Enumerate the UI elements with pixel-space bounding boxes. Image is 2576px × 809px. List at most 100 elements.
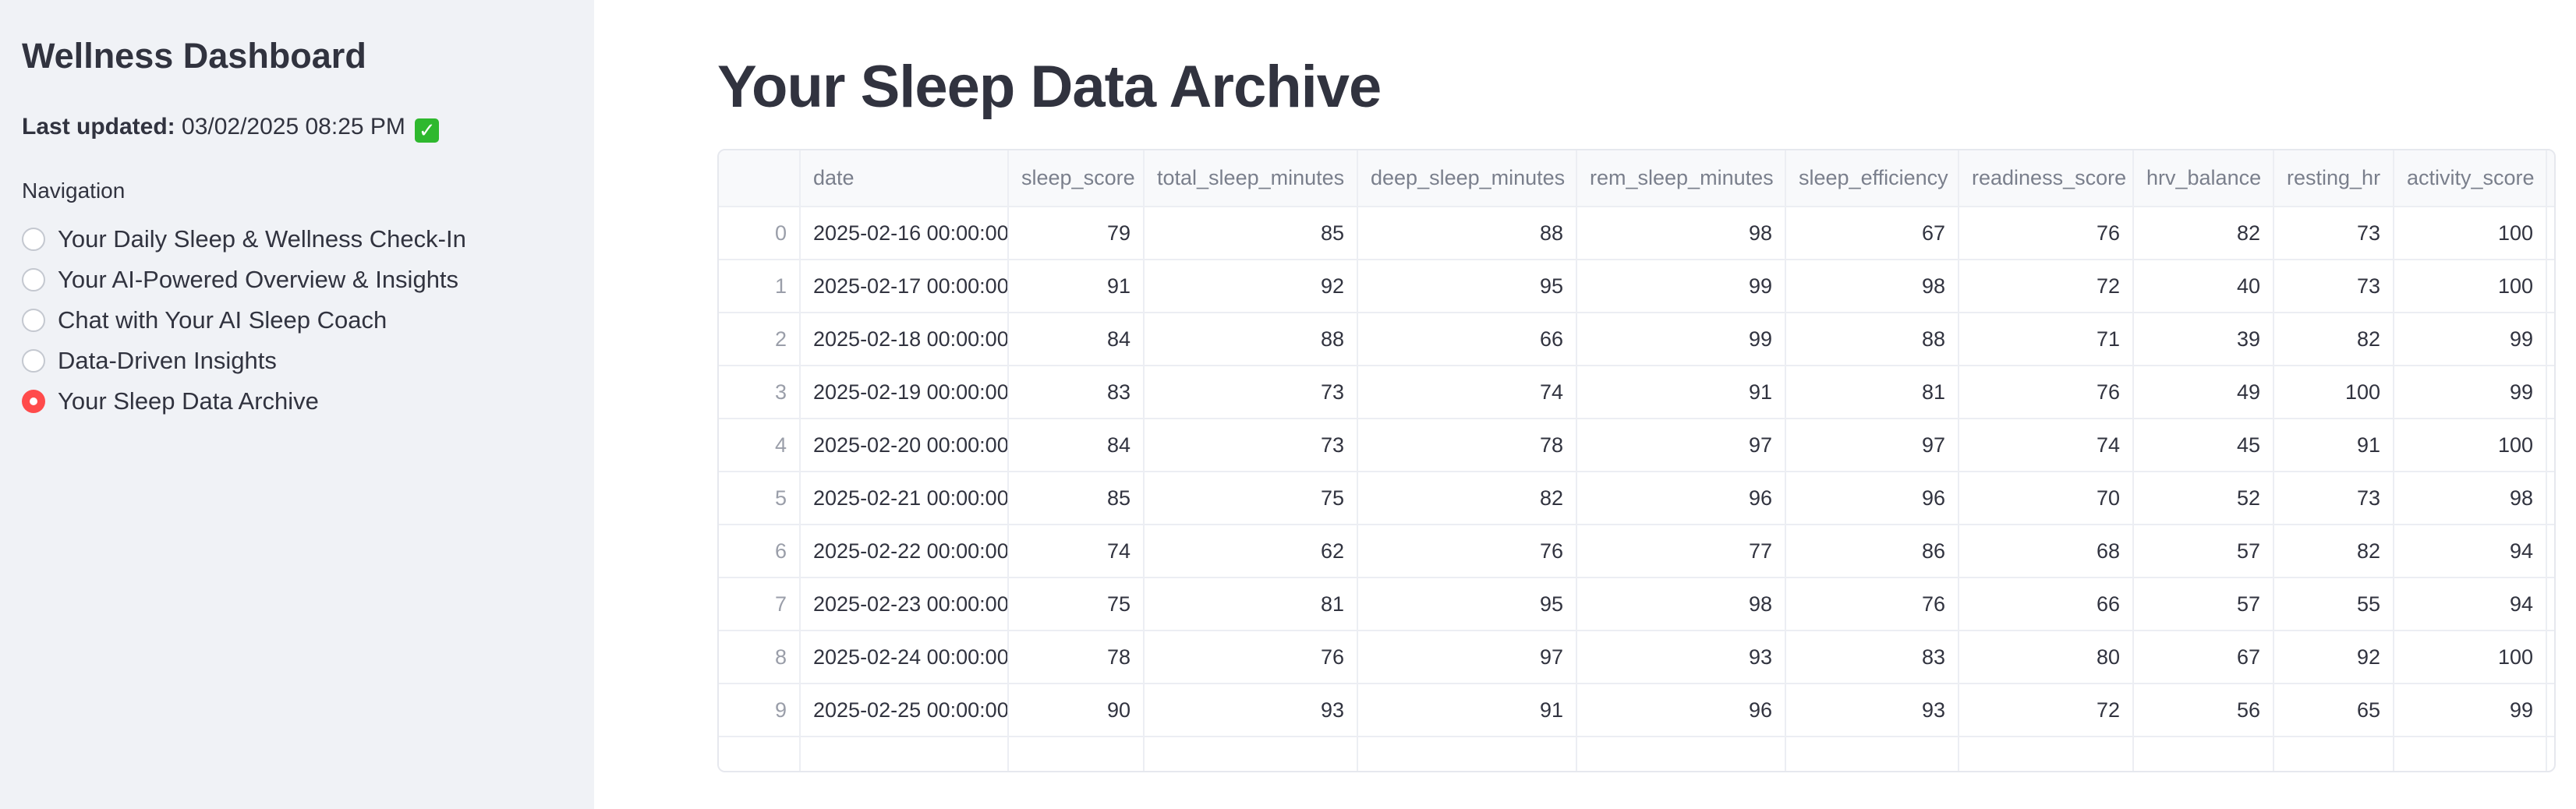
table-cell[interactable]: [800, 737, 1009, 771]
table-cell[interactable]: 99: [1576, 260, 1786, 313]
table-cell[interactable]: [2394, 737, 2547, 771]
table-cell[interactable]: 72: [1959, 260, 2134, 313]
table-cell[interactable]: 97: [1357, 631, 1577, 684]
table-cell[interactable]: 81: [1144, 578, 1358, 631]
table-cell[interactable]: 75: [1144, 472, 1358, 525]
table-cell[interactable]: 93: [1785, 684, 1959, 737]
table-cell[interactable]: [2546, 737, 2554, 771]
table-cell[interactable]: 98: [1785, 260, 1959, 313]
table-cell[interactable]: 2025-02-23 00:00:00: [800, 578, 1009, 631]
table-cell[interactable]: 99: [1576, 313, 1786, 366]
table-cell[interactable]: 62: [1144, 525, 1358, 578]
table-cell[interactable]: 83: [1008, 366, 1145, 419]
table-cell[interactable]: 85: [1144, 207, 1358, 260]
table-cell[interactable]: [1959, 737, 2134, 771]
nav-option[interactable]: Your Daily Sleep & Wellness Check-In: [22, 219, 466, 260]
table-cell[interactable]: 13: [2546, 684, 2554, 737]
table-cell[interactable]: 65: [2273, 684, 2394, 737]
column-header[interactable]: readiness_score: [1959, 150, 2134, 207]
table-cell[interactable]: 2025-02-24 00:00:00: [800, 631, 1009, 684]
table-cell[interactable]: 84: [1008, 419, 1145, 472]
table-cell[interactable]: 98: [2394, 472, 2547, 525]
table-cell[interactable]: 76: [1785, 578, 1959, 631]
table-cell[interactable]: 14: [2546, 207, 2554, 260]
table-cell[interactable]: 88: [1785, 313, 1959, 366]
table-cell[interactable]: 16: [2546, 578, 2554, 631]
table-cell[interactable]: 100: [2394, 260, 2547, 313]
table-cell[interactable]: [1785, 737, 1959, 771]
table-cell[interactable]: 57: [2133, 525, 2274, 578]
table-cell[interactable]: 88: [1357, 207, 1577, 260]
column-header[interactable]: sleep_efficiency: [1785, 150, 1959, 207]
table-cell[interactable]: 97: [1576, 419, 1786, 472]
table-cell[interactable]: 2025-02-21 00:00:00: [800, 472, 1009, 525]
table-cell[interactable]: 76: [1144, 631, 1358, 684]
table-cell[interactable]: 98: [1576, 207, 1786, 260]
table-cell[interactable]: 18: [2546, 525, 2554, 578]
table-cell[interactable]: 40: [2133, 260, 2274, 313]
table-cell[interactable]: [1144, 737, 1358, 771]
table-cell[interactable]: 45: [2133, 419, 2274, 472]
table-cell[interactable]: 91: [1357, 684, 1577, 737]
table-cell[interactable]: 21: [2546, 419, 2554, 472]
table-cell[interactable]: 95: [1357, 578, 1577, 631]
table-cell[interactable]: 77: [1576, 525, 1786, 578]
table-cell[interactable]: 73: [1144, 366, 1358, 419]
table-cell[interactable]: 52: [2133, 472, 2274, 525]
column-header[interactable]: total_sleep_minutes: [1144, 150, 1358, 207]
table-cell[interactable]: 94: [2394, 525, 2547, 578]
table-cell[interactable]: 99: [2394, 313, 2547, 366]
nav-option[interactable]: Data-Driven Insights: [22, 341, 466, 381]
table-cell[interactable]: 82: [2133, 207, 2274, 260]
table-cell[interactable]: 86: [1785, 525, 1959, 578]
table-cell[interactable]: 16: [2546, 366, 2554, 419]
table-cell[interactable]: 56: [2133, 684, 2274, 737]
table-cell[interactable]: 75: [1008, 578, 1145, 631]
table-cell[interactable]: 68: [1959, 525, 2134, 578]
table-cell[interactable]: [1357, 737, 1577, 771]
table-cell[interactable]: 91: [2273, 419, 2394, 472]
table-cell[interactable]: 96: [1576, 684, 1786, 737]
radio-selected-icon[interactable]: [22, 390, 45, 413]
table-cell[interactable]: 91: [1008, 260, 1145, 313]
nav-option[interactable]: Your AI-Powered Overview & Insights: [22, 260, 466, 300]
table-cell[interactable]: 67: [1785, 207, 1959, 260]
column-header[interactable]: sleep_score: [1008, 150, 1145, 207]
table-cell[interactable]: 2025-02-16 00:00:00: [800, 207, 1009, 260]
table-cell[interactable]: [1008, 737, 1145, 771]
table-cell[interactable]: 94: [2394, 578, 2547, 631]
table-cell[interactable]: 74: [1357, 366, 1577, 419]
table-cell[interactable]: 19: [2546, 631, 2554, 684]
table-cell[interactable]: 96: [1576, 472, 1786, 525]
table-cell[interactable]: 92: [1144, 260, 1358, 313]
table-cell[interactable]: 76: [1959, 207, 2134, 260]
table-cell[interactable]: 90: [1008, 684, 1145, 737]
table-cell[interactable]: 93: [1144, 684, 1358, 737]
table-cell[interactable]: 82: [2273, 525, 2394, 578]
table-cell[interactable]: 2025-02-18 00:00:00: [800, 313, 1009, 366]
table-cell[interactable]: 74: [1008, 525, 1145, 578]
column-header[interactable]: date: [800, 150, 1009, 207]
table-cell[interactable]: 13: [2546, 472, 2554, 525]
table-cell[interactable]: 49: [2133, 366, 2274, 419]
table-cell[interactable]: 76: [1357, 525, 1577, 578]
table-cell[interactable]: 57: [2133, 578, 2274, 631]
table-cell[interactable]: 99: [2394, 684, 2547, 737]
nav-option[interactable]: Your Sleep Data Archive: [22, 381, 466, 422]
table-cell[interactable]: 85: [1008, 472, 1145, 525]
table-cell[interactable]: 70: [1959, 472, 2134, 525]
table-cell[interactable]: 83: [1785, 631, 1959, 684]
table-cell[interactable]: 93: [1576, 631, 1786, 684]
column-header[interactable]: resting_hr: [2273, 150, 2394, 207]
table-cell[interactable]: 79: [1008, 207, 1145, 260]
radio-unselected-icon[interactable]: [22, 349, 45, 373]
table-cell[interactable]: 66: [1959, 578, 2134, 631]
table-cell[interactable]: 100: [2394, 631, 2547, 684]
column-header[interactable]: hrv_balance: [2133, 150, 2274, 207]
table-cell[interactable]: 100: [2273, 366, 2394, 419]
table-cell[interactable]: 80: [1959, 631, 2134, 684]
table-cell[interactable]: 78: [1357, 419, 1577, 472]
table-cell[interactable]: 81: [1785, 366, 1959, 419]
table-cell[interactable]: 67: [2133, 631, 2274, 684]
nav-option[interactable]: Chat with Your AI Sleep Coach: [22, 300, 466, 341]
